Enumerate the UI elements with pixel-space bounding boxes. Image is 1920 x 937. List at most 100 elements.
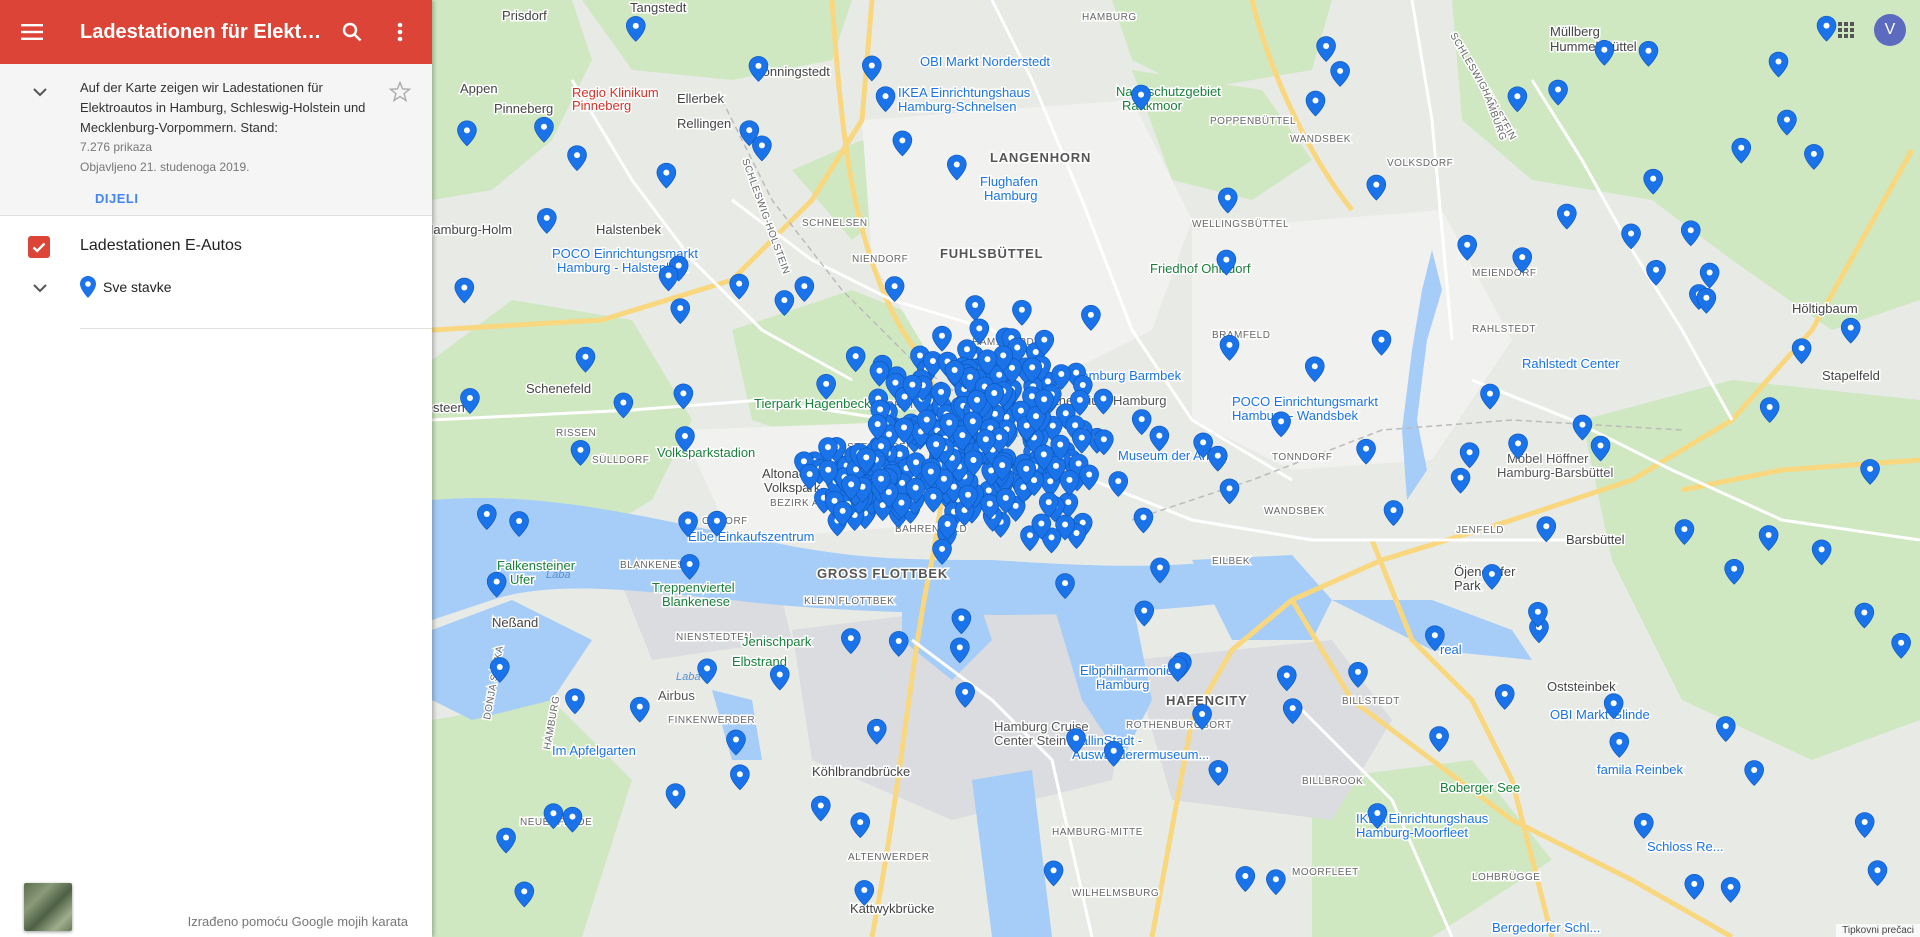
marker-dot [972,302,979,309]
svg-text:Laba: Laba [676,671,700,683]
marker-dot [965,491,972,498]
marker-dot [713,517,720,524]
marker-dot [1563,210,1570,217]
svg-text:Rellingen: Rellingen [677,116,731,131]
marker-dot [800,458,807,465]
svg-text:Blankenese: Blankenese [662,594,730,609]
keyboard-shortcuts-link[interactable]: Tipkovni prečaci [1836,924,1920,937]
marker-dot [927,468,934,475]
svg-text:famila Reinbek: famila Reinbek [1597,762,1683,777]
marker-dot [951,367,958,374]
marker-dot [1087,311,1094,318]
svg-text:LOHBRÜGGE: LOHBRÜGGE [1472,871,1540,883]
marker-dot [1898,639,1905,646]
marker-dot [970,457,977,464]
marker-dot [521,888,528,895]
layer-visibility-checkbox[interactable] [28,236,50,258]
marker-dot [825,466,832,473]
collapse-description-button[interactable] [28,80,52,104]
marker-dot [1373,181,1380,188]
marker-dot [1174,663,1181,670]
marker-dot [1579,421,1586,428]
more-vert-icon [397,22,403,42]
marker-dot [1555,86,1562,93]
marker-dot [1141,607,1148,614]
svg-text:Hamburg: Hamburg [1096,677,1149,692]
marker-dot [939,545,946,552]
marker-dot [1000,352,1007,359]
marker-dot [677,305,684,312]
svg-text:Tierpark Hagenbeck: Tierpark Hagenbeck [754,396,871,411]
share-button[interactable]: DIJELI [95,191,138,206]
marker-dot [1002,494,1009,501]
svg-text:WILHELMSBURG: WILHELMSBURG [1072,888,1159,899]
star-icon[interactable] [388,80,412,104]
svg-text:Neßand: Neßand [492,615,538,630]
marker-dot [916,352,923,359]
svg-text:POCO Einrichtungsmarkt: POCO Einrichtungsmarkt [1232,394,1378,409]
marker-dot [1029,364,1036,371]
more-options-button[interactable] [376,0,424,64]
marker-dot [1018,306,1025,313]
divider [80,328,432,329]
marker-dot [839,507,846,514]
expand-items-button[interactable] [28,276,52,300]
marker-dot [877,406,884,413]
svg-text:OBI Markt Glinde: OBI Markt Glinde [1550,707,1650,722]
marker-dot [831,497,838,504]
marker-dot [1062,580,1069,587]
marker-dot [1075,460,1082,467]
basemap-toggle-button[interactable] [24,883,72,931]
marker-dot [1650,175,1657,182]
layer-items-row: Sve stavke [0,270,432,306]
menu-button[interactable] [0,0,64,64]
search-button[interactable] [328,0,376,64]
svg-text:Im Apfelgarten: Im Apfelgarten [552,743,636,758]
svg-text:BRAMFELD: BRAMFELD [1212,330,1270,341]
marker-dot [1783,116,1790,123]
map-canvas[interactable]: Prisdorf Tangstedt HAMBURG Müllberg Humm… [432,0,1920,937]
marker-dot [999,462,1006,469]
marker-dot [1223,256,1230,263]
marker-dot [1242,872,1249,879]
marker-dot [569,813,576,820]
marker-dot [946,419,953,426]
marker-dot [1066,476,1073,483]
marker-dot [958,615,965,622]
marker-dot [938,332,945,339]
svg-text:real: real [1440,642,1462,657]
all-items-label[interactable]: Sve stavke [103,279,171,295]
layer-name[interactable]: Ladestationen E-Autos [80,237,242,255]
apps-button[interactable] [1826,10,1866,50]
marker-dot [1057,441,1064,448]
marker-dot [847,635,854,642]
marker-dot [1312,97,1319,104]
svg-text:Park: Park [1454,578,1481,593]
marker-dot [776,671,783,678]
map-base: Prisdorf Tangstedt HAMBURG Müllberg Humm… [432,0,1920,937]
marker-dot [1214,452,1221,459]
marker-dot [1751,767,1758,774]
marker-dot [496,663,503,670]
marker-dot [1072,422,1079,429]
marker-dot [996,434,1003,441]
svg-text:SÜLLDORF: SÜLLDORF [592,454,649,466]
svg-text:WANDSBEK: WANDSBEK [1264,506,1325,517]
svg-text:MEIENDORF: MEIENDORF [1472,268,1537,279]
svg-text:Flughafen: Flughafen [980,174,1038,189]
marker-dot [1486,390,1493,397]
marker-dot [817,802,824,809]
svg-text:Appen: Appen [460,81,498,96]
layer-row: Ladestationen E-Autos [0,228,432,268]
marker-dot [681,433,688,440]
marker-dot [1597,442,1604,449]
account-avatar[interactable]: V [1874,14,1906,46]
svg-text:Stapelfeld: Stapelfeld [1822,368,1880,383]
marker-dot [582,353,589,360]
marker-dot [686,560,693,567]
marker-dot [758,142,765,149]
svg-text:Schenefeld: Schenefeld [526,381,591,396]
marker-dot [636,703,643,710]
marker-dot [1009,364,1016,371]
svg-text:Friedhof Ohlsdorf: Friedhof Ohlsdorf [1150,261,1251,276]
